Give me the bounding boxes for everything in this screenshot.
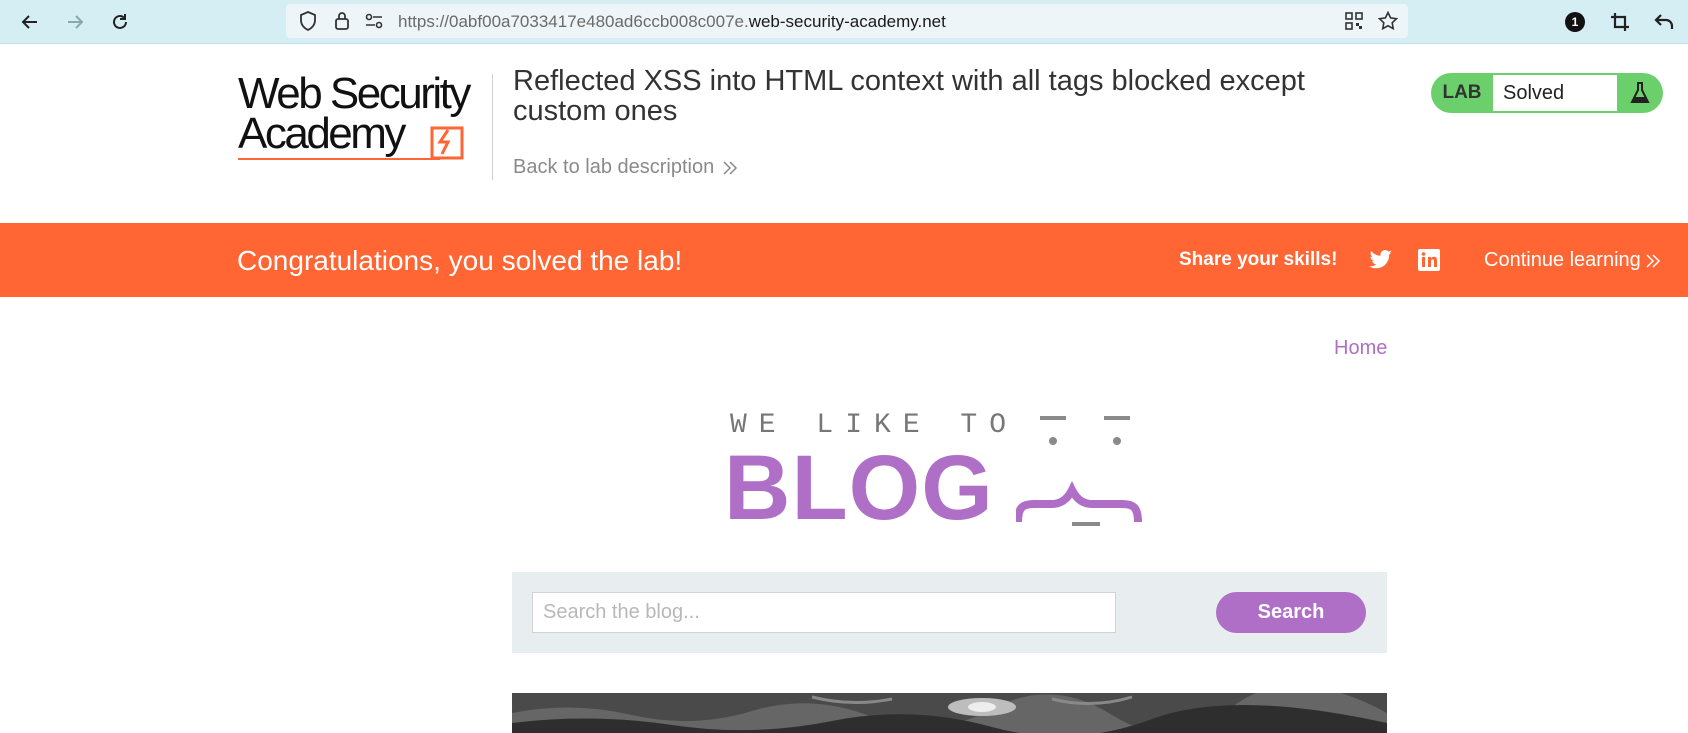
web-security-academy-logo[interactable]: Web Security Academy <box>238 66 488 162</box>
double-chevron-right-icon <box>1646 253 1660 268</box>
address-bar[interactable]: https://0abf00a7033417e480ad6ccb008c007e… <box>286 4 1408 38</box>
undo-icon[interactable] <box>1648 6 1680 38</box>
continue-learning-link[interactable]: Continue learning <box>1484 249 1661 272</box>
forward-arrow-icon[interactable] <box>59 6 91 38</box>
lightning-icon <box>430 126 464 160</box>
continue-learning-label: Continue learning <box>1484 249 1641 271</box>
home-link[interactable]: Home <box>1334 337 1387 360</box>
header-divider <box>492 74 493 180</box>
reload-icon[interactable] <box>104 6 136 38</box>
share-skills-label: Share your skills! <box>1179 249 1338 270</box>
extension-badge-icon[interactable]: 1 <box>1559 6 1591 38</box>
browser-toolbar: https://0abf00a7033417e480ad6ccb008c007e… <box>0 0 1688 44</box>
search-panel: Search <box>512 572 1387 653</box>
back-to-lab-description-link[interactable]: Back to lab description <box>513 156 738 179</box>
crop-icon[interactable] <box>1604 6 1636 38</box>
search-input[interactable] <box>532 592 1116 633</box>
lab-status-value: Solved <box>1493 75 1617 111</box>
url-domain: web-security-academy.net <box>748 12 946 31</box>
blog-post-image[interactable] <box>512 693 1387 733</box>
lab-status-widget: LAB Solved <box>1431 73 1663 113</box>
site-permissions-icon[interactable] <box>362 9 386 33</box>
star-icon[interactable] <box>1376 9 1400 33</box>
lock-icon[interactable] <box>330 9 354 33</box>
url-text: https://0abf00a7033417e480ad6ccb008c007e… <box>398 12 946 32</box>
badge-count: 1 <box>1571 15 1579 29</box>
lab-header: Web Security Academy Reflected XSS into … <box>0 44 1688 223</box>
shield-icon[interactable] <box>296 9 320 33</box>
lab-status-label: LAB <box>1442 82 1482 103</box>
url-prefix: https://0abf00a7033417e480ad6ccb008c007e… <box>398 12 749 31</box>
lab-title: Reflected XSS into HTML context with all… <box>513 65 1305 127</box>
linkedin-icon[interactable] <box>1416 247 1442 273</box>
flask-icon <box>1617 73 1663 113</box>
back-arrow-icon[interactable] <box>14 6 46 38</box>
logo-underline <box>238 158 440 160</box>
search-button[interactable]: Search <box>1216 592 1366 633</box>
qr-code-icon[interactable] <box>1342 9 1366 33</box>
back-link-label: Back to lab description <box>513 156 715 178</box>
twitter-icon[interactable] <box>1368 247 1394 273</box>
blog-logo: WE LIKE TO BLOG <box>724 404 1174 534</box>
congratulations-message: Congratulations, you solved the lab! <box>237 245 683 276</box>
logo-line2: Academy <box>238 109 406 158</box>
congratulations-banner: Congratulations, you solved the lab! Sha… <box>0 223 1688 297</box>
double-chevron-right-icon <box>723 160 738 175</box>
curly-brace-face-icon <box>1016 416 1142 526</box>
blog-logo-title: BLOG <box>724 437 994 539</box>
